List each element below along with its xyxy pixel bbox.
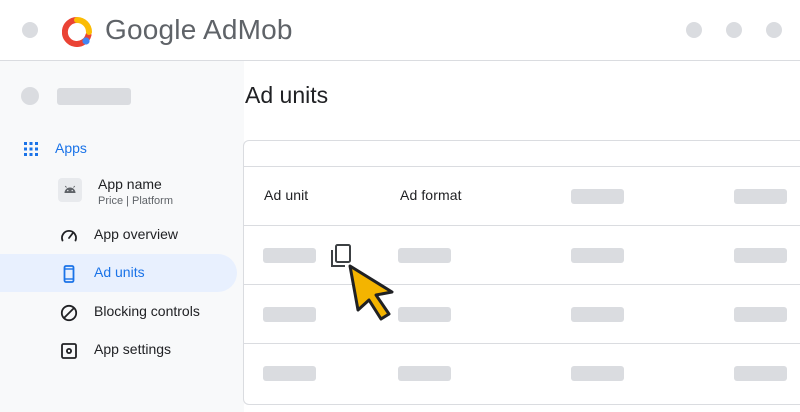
page-title: Ad units [245, 82, 329, 108]
table-cell-placeholder [263, 248, 316, 263]
column-header-ad-format[interactable]: Ad format [400, 187, 462, 203]
brand-name: Google AdMob [105, 13, 293, 47]
app-subtitle: Price | Platform [98, 195, 173, 207]
nav-label: App overview [94, 226, 179, 242]
sidebar-item-apps[interactable]: Apps [0, 137, 244, 161]
row-divider [244, 284, 800, 285]
table-cell-placeholder [571, 248, 624, 263]
speedometer-icon [61, 230, 77, 242]
sidebar-item-app-settings[interactable]: App settings [0, 331, 237, 369]
table-cell-placeholder [398, 248, 451, 263]
table-cell-placeholder [571, 366, 624, 381]
app-name: App name [98, 176, 162, 192]
ad-units-table: Ad unit Ad format [243, 140, 800, 405]
table-cell-placeholder [263, 307, 316, 322]
admob-logo-icon [62, 17, 92, 47]
table-cell-placeholder [734, 307, 787, 322]
app-avatar [58, 178, 82, 202]
phone-icon [63, 265, 75, 283]
header-action-dot[interactable] [686, 22, 702, 38]
gear-icon [61, 343, 77, 359]
row-divider [244, 343, 800, 344]
header-action-dot[interactable] [726, 22, 742, 38]
table-cell-placeholder [398, 307, 451, 322]
block-icon [60, 304, 78, 322]
sidebar-item-ad-units[interactable]: Ad units [0, 254, 237, 292]
sidebar: Apps App name Price | Platform App overv… [0, 61, 244, 412]
android-icon [64, 185, 76, 193]
header-action-dot[interactable] [766, 22, 782, 38]
column-header-placeholder [571, 189, 624, 204]
column-header-ad-unit[interactable]: Ad unit [264, 187, 308, 203]
brand-google: Google [105, 14, 197, 45]
account-avatar-placeholder [21, 87, 39, 105]
column-header-placeholder [734, 189, 787, 204]
nav-label: App settings [94, 341, 172, 357]
nav-label: Blocking controls [94, 303, 200, 319]
account-name-placeholder [57, 88, 131, 105]
placeholder-dot [22, 22, 38, 38]
apps-grid-icon [24, 142, 38, 156]
table-cell-placeholder [734, 366, 787, 381]
nav-label: Ad units [94, 264, 145, 280]
table-cell-placeholder [263, 366, 316, 381]
table-toolbar-divider [244, 166, 800, 167]
mouse-pointer-icon [348, 264, 394, 321]
apps-label: Apps [55, 140, 87, 156]
top-bar: Google AdMob [0, 0, 800, 61]
table-cell-placeholder [571, 307, 624, 322]
brand-product: AdMob [202, 14, 293, 45]
row-divider [244, 225, 800, 226]
table-cell-placeholder [398, 366, 451, 381]
sidebar-item-app-overview[interactable]: App overview [0, 216, 237, 254]
table-cell-placeholder [734, 248, 787, 263]
sidebar-item-blocking-controls[interactable]: Blocking controls [0, 293, 237, 331]
selected-app[interactable]: App name Price | Platform [58, 176, 238, 212]
